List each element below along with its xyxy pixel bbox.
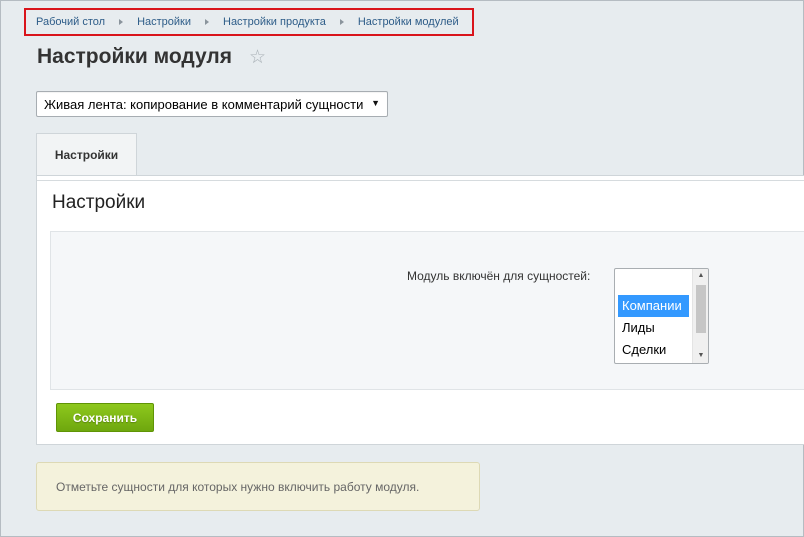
module-select-value: Живая лента: копирование в комментарий с… — [44, 96, 364, 112]
dropdown-arrow-icon: ▼ — [371, 98, 380, 108]
listbox-scrollbar[interactable]: ▲ ▼ — [692, 269, 708, 363]
scroll-down-icon[interactable]: ▼ — [693, 349, 708, 363]
breadcrumb-item-module-settings[interactable]: Настройки модулей — [358, 16, 459, 28]
breadcrumb-arrow-icon — [205, 19, 209, 25]
option-leads[interactable]: Лиды — [618, 317, 689, 339]
panel-heading: Настройки — [52, 192, 146, 213]
settings-panel: Настройки Модуль включён для сущностей: … — [36, 175, 804, 445]
breadcrumb-arrow-icon — [119, 19, 124, 25]
hint-message: Отметьте сущности для которых нужно вклю… — [36, 462, 480, 511]
option-deals[interactable]: Сделки — [618, 339, 689, 361]
breadcrumb-item-desktop[interactable]: Рабочий стол — [36, 16, 105, 28]
breadcrumb-arrow-icon — [339, 19, 344, 25]
settings-form-area: Модуль включён для сущностей: Компании Л… — [50, 231, 804, 390]
hint-text: Отметьте сущности для которых нужно вклю… — [56, 479, 420, 494]
page-title: Настройки модуля — [37, 45, 233, 68]
entities-multiselect[interactable]: Компании Лиды Сделки ▲ ▼ — [614, 268, 709, 364]
title-row: Настройки модуля ☆ — [37, 43, 266, 71]
scroll-thumb[interactable] — [696, 285, 706, 333]
breadcrumb: Рабочий стол Настройки Настройки продукт… — [24, 8, 474, 36]
star-icon[interactable]: ☆ — [249, 48, 266, 67]
entities-options: Компании Лиды Сделки — [618, 295, 689, 361]
module-select[interactable]: Живая лента: копирование в комментарий с… — [36, 91, 388, 117]
tab-settings[interactable]: Настройки — [36, 133, 137, 175]
entities-field-label: Модуль включён для сущностей: — [407, 269, 591, 283]
breadcrumb-item-product-settings[interactable]: Настройки продукта — [223, 16, 326, 28]
save-button[interactable]: Сохранить — [56, 403, 154, 432]
breadcrumb-item-settings[interactable]: Настройки — [137, 16, 191, 28]
scroll-up-icon[interactable]: ▲ — [693, 269, 708, 283]
option-companies[interactable]: Компании — [618, 295, 689, 317]
page-frame: Рабочий стол Настройки Настройки продукт… — [0, 0, 804, 537]
panel-divider — [37, 180, 804, 181]
